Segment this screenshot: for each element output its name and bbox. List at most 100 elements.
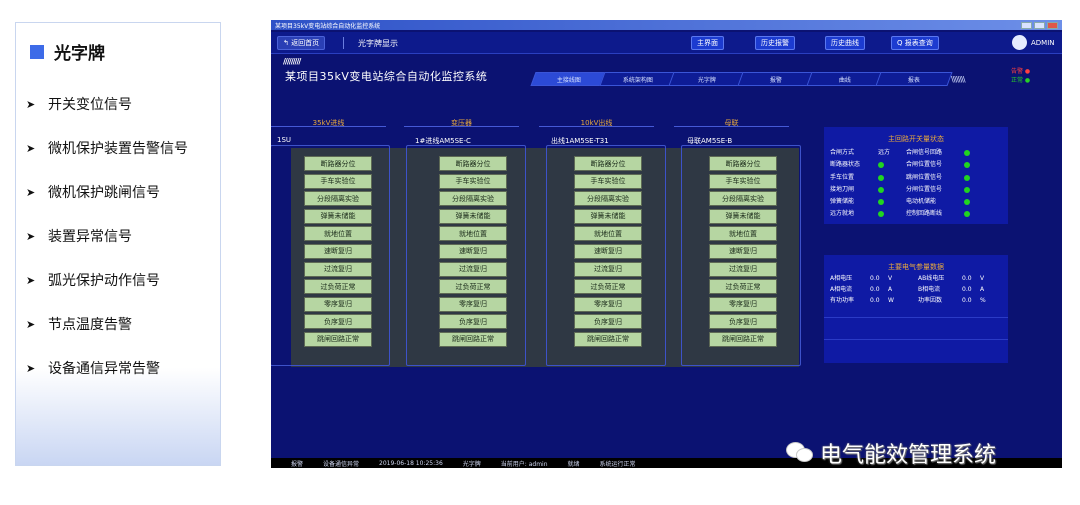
signal-indicator[interactable]: 过流复归 [574,261,642,277]
tab-signal-board[interactable]: 光字牌 [668,72,746,86]
panel-title: 光字牌 [54,44,105,64]
category-item[interactable]: ➤ 微机保护装置告警信号 [26,137,188,159]
signal-indicator[interactable]: 手车实验位 [709,173,777,189]
signal-indicator[interactable]: 弹簧未储能 [304,208,372,224]
signal-indicator[interactable]: 过负荷正常 [439,279,507,295]
param-unit: % [980,297,986,304]
status-label: 控制回路断线 [906,210,943,218]
signal-indicator[interactable]: 过流复归 [709,261,777,277]
switch-status-title: 主回路开关量状态 [888,135,944,143]
panel-divider [824,339,1008,340]
signal-indicator[interactable]: 速断复归 [709,243,777,259]
green-led-icon [878,211,884,218]
signal-indicator[interactable]: 断路器分位 [574,156,642,171]
signal-indicator[interactable]: 弹簧未储能 [439,208,507,224]
signal-indicator[interactable]: 过流复归 [439,261,507,277]
param-name: A相电压 [830,275,853,282]
signal-category-list: ➤ 开关变位信号 ➤ 微机保护装置告警信号 ➤ 微机保护跳闸信号 ➤ 装置异常信号 ➤ 弧… [26,93,188,401]
header-underline [271,126,386,127]
status-label: 跳闸位置信号 [906,173,943,181]
signal-indicator[interactable]: 手车实验位 [574,173,642,189]
signal-indicator[interactable]: 负序复归 [439,314,507,330]
signal-indicator[interactable]: 负序复归 [304,314,372,330]
category-label: 微机保护装置告警信号 [48,141,188,157]
category-label: 节点温度告警 [48,317,132,333]
green-led-icon [964,162,970,169]
history-curve-button[interactable]: 历史曲线 [825,36,865,50]
signal-indicator[interactable]: 弹簧未储能 [709,208,777,224]
signal-indicator[interactable]: 速断复归 [439,243,507,259]
signal-indicator[interactable]: 负序复归 [709,314,777,330]
signal-indicator[interactable]: 过负荷正常 [709,279,777,295]
signal-indicator[interactable]: 跳闸回路正常 [304,331,372,347]
signal-indicator[interactable]: 速断复归 [304,243,372,259]
electrical-params-panel: 主要电气参量数据 A相电压 0.0 V AB线电压 0.0 V A相电流 0.0 A B相电流 0.… [824,255,1008,363]
signal-indicator[interactable]: 零序复归 [439,296,507,312]
minimize-button[interactable] [1021,21,1032,29]
switch-status-grid: 合闸方式 远方 合闸信号回路 断路器状态 合闸位置信号 手车位置 跳闸位置信号 接地刀闸 分闸位… [830,149,984,218]
window-title: 某项目35kV变电站综合自动化监控系统 [275,22,381,30]
signal-indicator[interactable]: 负序复归 [574,314,642,330]
signal-indicator[interactable]: 跳闸回路正常 [574,331,642,347]
tab-report[interactable]: 报表 [875,72,953,86]
status-label: 分闸位置信号 [906,185,943,193]
status-led [964,210,984,218]
category-item[interactable]: ➤ 开关变位信号 [26,93,188,115]
signal-indicator[interactable]: 手车实验位 [304,173,372,189]
signal-indicator[interactable]: 就地位置 [439,226,507,242]
signal-indicator[interactable]: 过流复归 [304,261,372,277]
signal-indicator[interactable]: 速断复归 [574,243,642,259]
green-led-icon [878,199,884,206]
category-item[interactable]: ➤ 节点温度告警 [26,313,188,335]
signal-column: 断路器分位手车实验位分段隔离实验 弹簧未储能就地位置 速断复归过流复归过负荷正常 零序… [709,156,777,350]
user-avatar-icon[interactable] [1012,35,1027,50]
status-led [964,149,984,157]
report-query-button[interactable]: Q 报表查询 [891,36,939,50]
switch-status-panel: 主回路开关量状态 合闸方式 远方 合闸信号回路 断路器状态 合闸位置信号 手车位置 跳闸位置… [824,127,1008,224]
tab-alarm[interactable]: 报警 [737,72,815,86]
signal-indicator[interactable]: 跳闸回路正常 [439,331,507,347]
signal-indicator[interactable]: 就地位置 [574,226,642,242]
signal-indicator[interactable]: 过负荷正常 [574,279,642,295]
signal-indicator[interactable]: 零序复归 [709,296,777,312]
tab-main-diagram[interactable]: 主接线图 [530,72,608,86]
maximize-button[interactable] [1034,21,1045,29]
status-label: 合闸信号回路 [906,149,943,156]
category-item[interactable]: ➤ 设备通信异常告警 [26,357,188,379]
status-value [878,161,906,169]
tab-system-architecture[interactable]: 系统架构图 [599,72,677,86]
tab-curve[interactable]: 曲线 [806,72,884,86]
category-item[interactable]: ➤ 弧光保护动作信号 [26,269,188,291]
system-title: 某项目35kV变电站综合自动化监控系统 [285,70,488,83]
scada-window: 某项目35kV变电站综合自动化监控系统 ↰ 返回首页 光字牌显示 主界面 历史报… [271,20,1062,468]
signal-indicator[interactable]: 跳闸回路正常 [709,331,777,347]
status-led [964,161,984,169]
param-value: 0.0 [870,275,880,282]
back-home-button[interactable]: ↰ 返回首页 [277,36,326,50]
history-alarm-button[interactable]: 历史报警 [755,36,795,50]
category-item[interactable]: ➤ 装置异常信号 [26,225,188,247]
signal-indicator[interactable]: 分段隔离实验 [439,191,507,207]
signal-indicator[interactable]: 就地位置 [709,226,777,242]
signal-indicator[interactable]: 分段隔离实验 [304,191,372,207]
signal-indicator[interactable]: 零序复归 [574,296,642,312]
param-unit: W [888,297,894,304]
signal-indicator[interactable]: 就地位置 [304,226,372,242]
signal-indicator[interactable]: 分段隔离实验 [574,191,642,207]
chevron-decoration-icon: \\\\\\\\ [951,75,966,84]
close-button[interactable] [1047,21,1058,29]
param-name: 功率因数 [918,297,943,304]
signal-indicator[interactable]: 断路器分位 [709,156,777,171]
param-name: B相电流 [918,286,941,293]
category-item[interactable]: ➤ 微机保护跳闸信号 [26,181,188,203]
signal-indicator[interactable]: 分段隔离实验 [709,191,777,207]
signal-indicator[interactable]: 弹簧未储能 [574,208,642,224]
signal-indicator[interactable]: 断路器分位 [304,156,372,171]
signal-indicator[interactable]: 过负荷正常 [304,279,372,295]
signal-indicator[interactable]: 手车实验位 [439,173,507,189]
signal-indicator[interactable]: 零序复归 [304,296,372,312]
param-value: 0.0 [870,286,880,293]
signal-indicator[interactable]: 断路器分位 [439,156,507,171]
param-name: A相电流 [830,286,853,293]
main-screen-button[interactable]: 主界面 [691,36,724,50]
